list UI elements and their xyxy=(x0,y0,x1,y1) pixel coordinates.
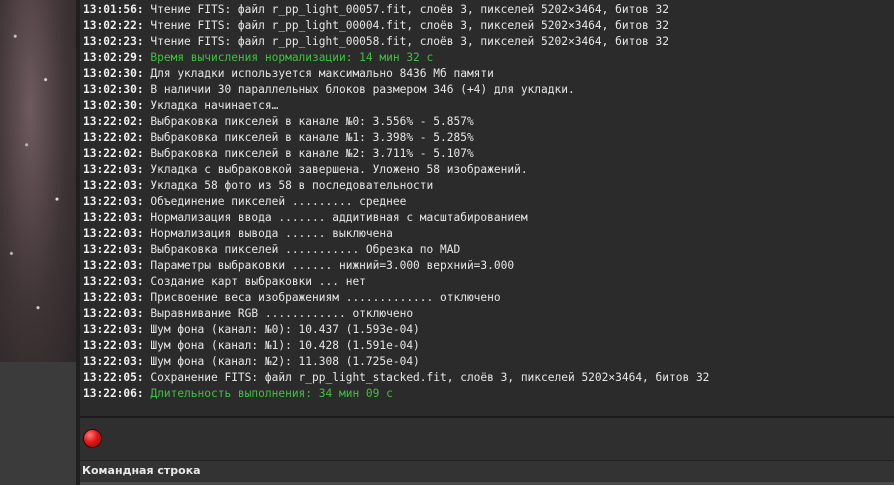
log-line: 13:22:03: Нормализация вывода ...... вык… xyxy=(80,226,709,242)
log-line: 13:02:22: Чтение FITS: файл r_pp_light_0… xyxy=(80,18,709,34)
log-message: Нормализация вывода ...... выключена xyxy=(150,227,393,240)
log-timestamp: 13:22:03: xyxy=(83,179,144,192)
log-message: Шум фона (канал: №0): 10.437 (1.593e-04) xyxy=(150,323,420,336)
log-timestamp: 13:22:03: xyxy=(83,307,144,320)
log-timestamp: 13:22:03: xyxy=(83,211,144,224)
log-message: Для укладки используется максимально 843… xyxy=(150,67,494,80)
log-line: 13:22:06: Длительность выполнения: 34 ми… xyxy=(80,386,709,402)
log-line: 13:22:03: Шум фона (канал: №2): 11.308 (… xyxy=(80,354,709,370)
log-line: 13:22:03: Создание карт выбраковки ... н… xyxy=(80,274,709,290)
log-line: 13:02:30: Укладка начинается… xyxy=(80,98,709,114)
log-timestamp: 13:22:03: xyxy=(83,339,144,352)
log-line: 13:22:02: Выбраковка пикселей в канале №… xyxy=(80,146,709,162)
log-timestamp: 13:22:03: xyxy=(83,243,144,256)
log-timestamp: 13:22:03: xyxy=(83,227,144,240)
log-message: Выбраковка пикселей в канале №1: 3.398% … xyxy=(150,131,474,144)
log-line: 13:22:03: Объединение пикселей .........… xyxy=(80,194,709,210)
log-line: 13:22:03: Шум фона (канал: №0): 10.437 (… xyxy=(80,322,709,338)
log-timestamp: 13:22:05: xyxy=(83,371,144,384)
log-timestamp: 13:22:03: xyxy=(83,275,144,288)
log-timestamp: 13:22:03: xyxy=(83,195,144,208)
log-message: Укладка с выбраковкой завершена. Уложено… xyxy=(150,163,528,176)
log-message: Чтение FITS: файл r_pp_light_00058.fit, … xyxy=(150,35,670,48)
log-timestamp: 13:22:03: xyxy=(83,163,144,176)
log-timestamp: 13:02:30: xyxy=(83,67,144,80)
log-timestamp: 13:22:02: xyxy=(83,147,144,160)
log-line: 13:02:23: Чтение FITS: файл r_pp_light_0… xyxy=(80,34,709,50)
log-message: Выбраковка пикселей в канале №2: 3.711% … xyxy=(150,147,474,160)
log-message: Чтение FITS: файл r_pp_light_00004.fit, … xyxy=(150,19,670,32)
log-message: В наличии 30 параллельных блоков размеро… xyxy=(150,83,575,96)
log-lines: 13:01:56: Чтение FITS: файл r_pp_light_0… xyxy=(80,2,709,402)
log-message: Чтение FITS: файл r_pp_light_00057.fit, … xyxy=(150,3,670,16)
log-timestamp: 13:22:03: xyxy=(83,355,144,368)
log-timestamp: 13:02:29: xyxy=(83,51,144,64)
log-timestamp: 13:22:03: xyxy=(83,259,144,272)
log-line: 13:22:03: Укладка с выбраковкой завершен… xyxy=(80,162,709,178)
command-line-label: Командная строка xyxy=(82,464,201,477)
log-line: 13:22:03: Укладка 58 фото из 58 в послед… xyxy=(80,178,709,194)
log-line: 13:22:05: Сохранение FITS: файл r_pp_lig… xyxy=(80,370,709,386)
log-line: 13:22:03: Выравнивание RGB ............ … xyxy=(80,306,709,322)
log-timestamp: 13:22:02: xyxy=(83,115,144,128)
log-line: 13:22:03: Выбраковка пикселей ..........… xyxy=(80,242,709,258)
log-line: 13:22:03: Присвоение веса изображениям .… xyxy=(80,290,709,306)
log-message: Объединение пикселей ......... среднее xyxy=(150,195,407,208)
log-line: 13:02:29: Время вычисления нормализации:… xyxy=(80,50,709,66)
log-message: Укладка начинается… xyxy=(150,99,279,112)
log-message: Время вычисления нормализации: 14 мин 32… xyxy=(150,51,434,64)
log-message: Выбраковка пикселей ........... Обрезка … xyxy=(150,243,461,256)
action-bar xyxy=(80,418,894,460)
log-line: 13:22:03: Параметры выбраковки ...... ни… xyxy=(80,258,709,274)
log-timestamp: 13:22:02: xyxy=(83,131,144,144)
log-line: 13:02:30: В наличии 30 параллельных блок… xyxy=(80,82,709,98)
command-line-header: Командная строка xyxy=(80,460,894,483)
log-line: 13:22:03: Шум фона (канал: №1): 10.428 (… xyxy=(80,338,709,354)
log-message: Присвоение веса изображениям ...........… xyxy=(150,291,501,304)
log-message: Выравнивание RGB ............ отключено xyxy=(150,307,414,320)
log-line: 13:22:02: Выбраковка пикселей в канале №… xyxy=(80,114,709,130)
log-timestamp: 13:02:23: xyxy=(83,35,144,48)
log-timestamp: 13:02:22: xyxy=(83,19,144,32)
image-preview[interactable] xyxy=(0,0,76,362)
log-line: 13:22:02: Выбраковка пикселей в канале №… xyxy=(80,130,709,146)
log-line: 13:02:30: Для укладки используется макси… xyxy=(80,66,709,82)
log-message: Создание карт выбраковки ... нет xyxy=(150,275,366,288)
log-line: 13:01:56: Чтение FITS: файл r_pp_light_0… xyxy=(80,2,709,18)
log-timestamp: 13:01:56: xyxy=(83,3,144,16)
app-window: 13:01:56: Чтение FITS: файл r_pp_light_0… xyxy=(0,0,894,485)
log-message: Нормализация ввода ....... аддитивная с … xyxy=(150,211,528,224)
log-message: Параметры выбраковки ...... нижний=3.000… xyxy=(150,259,515,272)
log-message: Сохранение FITS: файл r_pp_light_stacked… xyxy=(150,371,710,384)
log-timestamp: 13:22:06: xyxy=(83,387,144,400)
log-message: Выбраковка пикселей в канале №0: 3.556% … xyxy=(150,115,474,128)
log-message: Длительность выполнения: 34 мин 09 с xyxy=(150,387,393,400)
log-timestamp: 13:02:30: xyxy=(83,99,144,112)
log-timestamp: 13:02:30: xyxy=(83,83,144,96)
preview-panel-bottom xyxy=(0,362,76,485)
log-message: Шум фона (канал: №1): 10.428 (1.591e-04) xyxy=(150,339,420,352)
log-message: Укладка 58 фото из 58 в последовательнос… xyxy=(150,179,434,192)
log-line: 13:22:03: Нормализация ввода ....... адд… xyxy=(80,210,709,226)
log-timestamp: 13:22:03: xyxy=(83,323,144,336)
stop-icon[interactable] xyxy=(84,430,101,447)
log-message: Шум фона (канал: №2): 11.308 (1.725e-04) xyxy=(150,355,420,368)
log-timestamp: 13:22:03: xyxy=(83,291,144,304)
log-console[interactable]: 13:01:56: Чтение FITS: файл r_pp_light_0… xyxy=(80,0,894,416)
